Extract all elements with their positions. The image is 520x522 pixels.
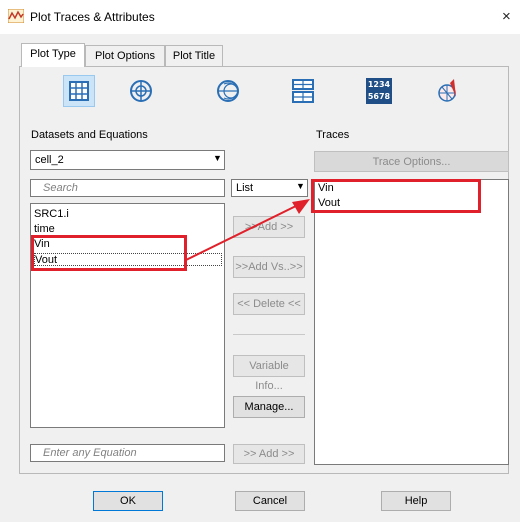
traces-label: Traces <box>316 129 350 141</box>
dataset-dropdown-value: cell_2 <box>35 154 64 166</box>
trace-options-button[interactable]: Trace Options... <box>314 151 509 172</box>
manage-button[interactable]: Manage... <box>233 396 305 418</box>
data-list-icon: 1234 5678 <box>366 78 392 104</box>
cancel-button[interactable]: Cancel <box>235 491 305 511</box>
divider <box>233 334 305 335</box>
ok-button[interactable]: OK <box>93 491 163 511</box>
equation-placeholder: Enter any Equation <box>43 447 137 459</box>
traces-list[interactable]: Vin Vout <box>314 179 509 465</box>
title-bar: Plot Traces & Attributes × <box>0 0 520 34</box>
data-list-icon-top: 1234 <box>367 80 391 89</box>
smith-chart-icon <box>217 80 239 102</box>
annotation-box-left <box>31 235 187 271</box>
data-list-icon-bottom: 5678 <box>367 92 391 101</box>
rectangular-plot-button[interactable] <box>63 75 95 107</box>
delete-button[interactable]: << Delete << <box>233 293 305 315</box>
stacked-rectangular-icon <box>292 79 314 103</box>
antenna-plot-button[interactable] <box>432 75 464 107</box>
search-placeholder: Search <box>43 182 78 194</box>
list-item-src1-i[interactable]: SRC1.i <box>34 208 69 221</box>
antenna-icon <box>438 79 456 102</box>
app-icon <box>8 9 24 23</box>
tab-plot-title[interactable]: Plot Title <box>165 45 223 66</box>
rectangular-grid-icon <box>69 81 89 101</box>
add-equation-button[interactable]: >> Add >> <box>233 444 305 464</box>
datasets-label: Datasets and Equations <box>31 129 148 141</box>
dataset-dropdown[interactable]: cell_2 ▼ <box>30 150 225 170</box>
help-button[interactable]: Help <box>381 491 451 511</box>
window-title: Plot Traces & Attributes <box>30 10 155 24</box>
annotation-arrow <box>185 199 310 261</box>
smith-chart-button[interactable] <box>212 75 244 107</box>
data-list-button[interactable]: 1234 5678 <box>363 75 395 107</box>
chevron-down-icon: ▼ <box>213 153 222 163</box>
equation-input[interactable]: Enter any Equation <box>30 444 225 462</box>
polar-plot-button[interactable] <box>125 75 157 107</box>
variable-info-button[interactable]: Variable Info... <box>233 355 305 392</box>
tab-plot-type[interactable]: Plot Type <box>21 43 85 67</box>
tab-plot-options[interactable]: Plot Options <box>85 45 165 66</box>
annotation-box-right <box>311 179 481 213</box>
close-icon[interactable]: × <box>502 7 520 27</box>
stacked-plot-button[interactable] <box>287 75 319 107</box>
polar-icon <box>130 80 152 102</box>
